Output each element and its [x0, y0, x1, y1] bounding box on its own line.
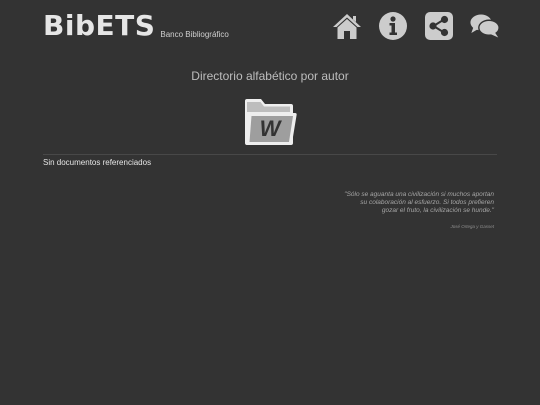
info-icon[interactable] [378, 11, 408, 41]
home-icon[interactable] [332, 11, 362, 41]
logo[interactable]: BibETS Banco Bibliográfico [43, 10, 229, 42]
page-title: Directorio alfabético por autor [191, 69, 349, 83]
share-icon[interactable] [424, 11, 454, 41]
page: BibETS Banco Bibliográfico Directorio al… [0, 0, 540, 405]
empty-message: Sin documentos referenciados [43, 158, 152, 167]
comments-icon[interactable] [470, 11, 500, 41]
quote-text: "Sólo se aguanta una civilización si muc… [344, 191, 494, 214]
logo-text: BibETS [43, 9, 156, 42]
quote-author: José Ortega y Gasset [450, 224, 494, 229]
folder-icon[interactable]: W [242, 98, 298, 148]
folder-letter: W [259, 116, 281, 141]
divider [43, 154, 497, 155]
top-nav [332, 11, 500, 41]
logo-subtitle: Banco Bibliográfico [160, 30, 229, 39]
